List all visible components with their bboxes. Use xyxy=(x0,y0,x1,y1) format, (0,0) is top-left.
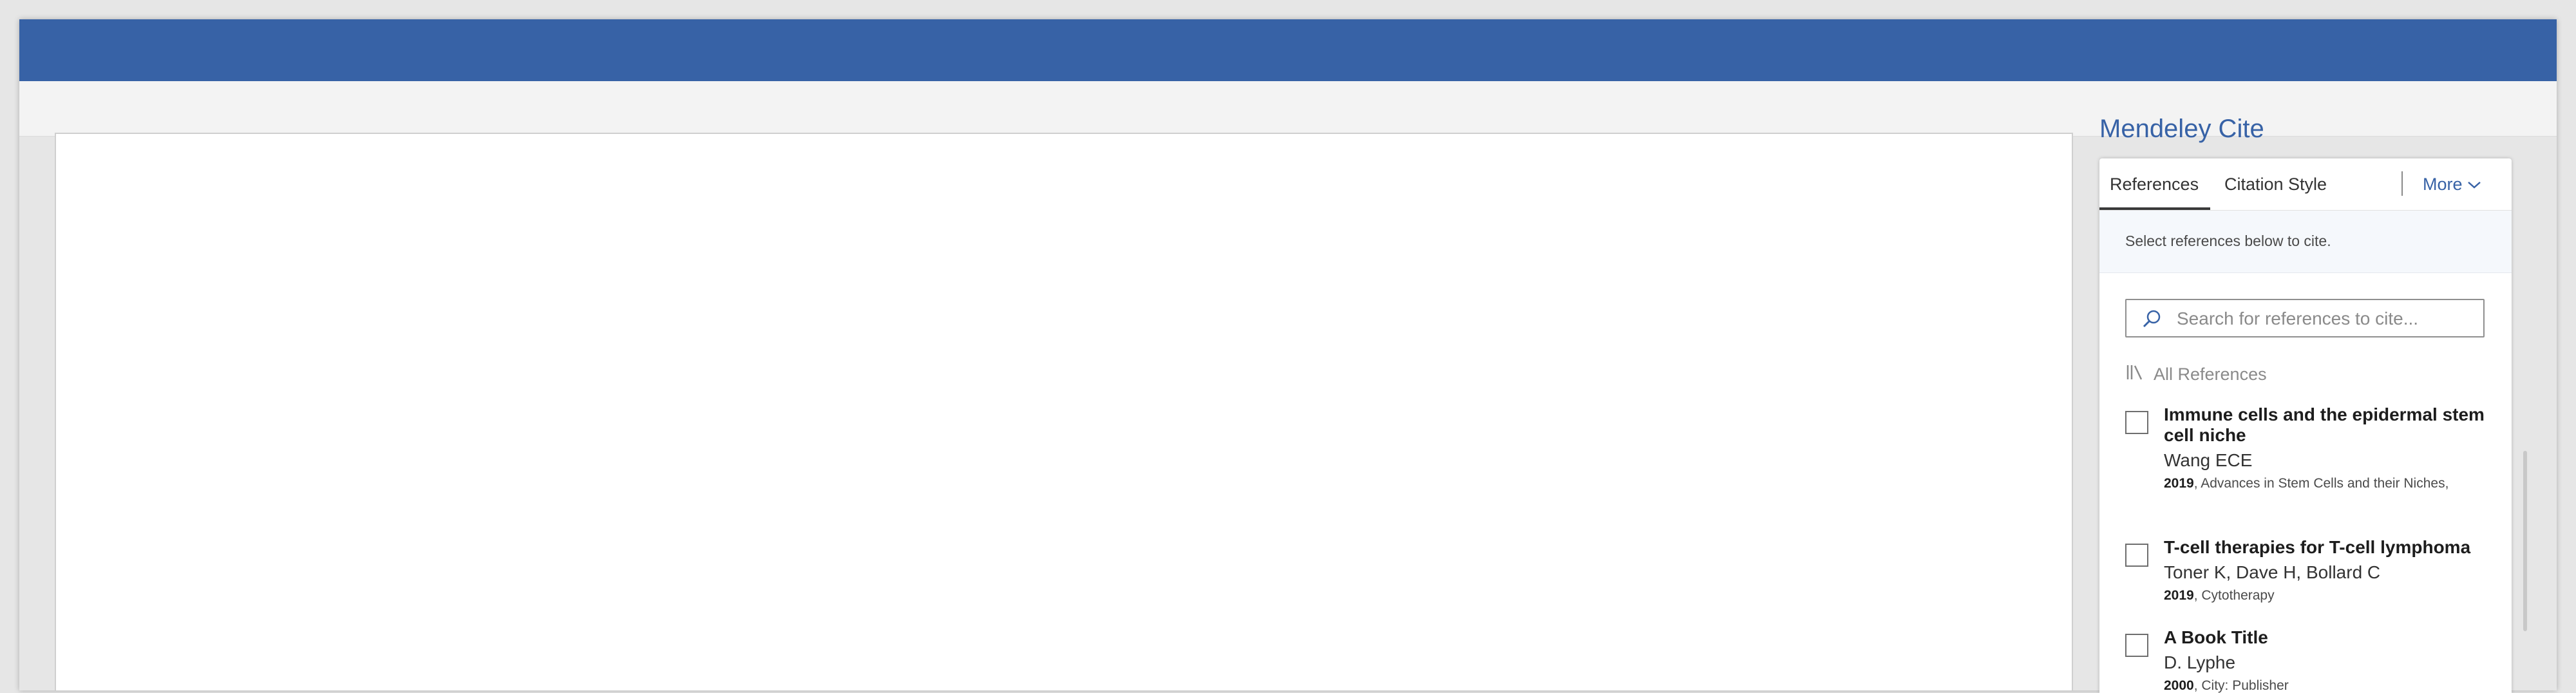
document-page[interactable] xyxy=(55,133,2073,690)
reference-meta: 2019, Cytotherapy xyxy=(2164,587,2486,604)
reference-body: Immune cells and the epidermal stem cell… xyxy=(2164,404,2486,492)
more-menu-button[interactable]: More xyxy=(2423,158,2482,210)
reference-source: , City: Publisher xyxy=(2193,678,2289,693)
active-tab-indicator xyxy=(2099,207,2211,210)
reference-meta: 2019, Advances in Stem Cells and their N… xyxy=(2164,475,2486,492)
reference-checkbox[interactable] xyxy=(2125,411,2148,434)
tab-citation-style[interactable]: Citation Style xyxy=(2224,158,2327,210)
pane-title: Mendeley Cite xyxy=(2099,115,2264,143)
search-box[interactable] xyxy=(2125,299,2485,337)
panel-scrollbar[interactable] xyxy=(2523,451,2527,631)
reference-meta: 2000, City: Publisher xyxy=(2164,678,2486,693)
reference-source: , Advances in Stem Cells and their Niche… xyxy=(2193,476,2449,491)
reference-title: Immune cells and the epidermal stem cell… xyxy=(2164,404,2485,445)
reference-authors: Wang ECE xyxy=(2164,450,2253,470)
more-label: More xyxy=(2423,175,2463,194)
reference-year: 2019 xyxy=(2164,476,2194,491)
mendeley-cite-panel: References Citation Style More Select re… xyxy=(2099,158,2512,693)
tab-bar: References Citation Style More xyxy=(2099,158,2512,211)
reference-authors: D. Lyphe xyxy=(2164,652,2236,672)
reference-authors: Toner K, Dave H, Bollard C xyxy=(2164,562,2381,582)
library-selector[interactable]: All References xyxy=(2125,363,2267,389)
reference-title: T-cell therapies for T-cell lymphoma xyxy=(2164,537,2471,557)
info-text: Select references below to cite. xyxy=(2125,233,2331,249)
reference-year: 2000 xyxy=(2164,678,2194,693)
reference-year: 2019 xyxy=(2164,588,2194,603)
tab-references-label: References xyxy=(2110,175,2199,194)
reference-source: , Cytotherapy xyxy=(2193,588,2275,603)
info-bar: Select references below to cite. xyxy=(2099,211,2512,273)
reference-body: A Book Title D. Lyphe 2000, City: Publis… xyxy=(2164,627,2486,693)
title-bar xyxy=(19,19,2557,81)
reference-checkbox[interactable] xyxy=(2125,634,2148,657)
reference-checkbox[interactable] xyxy=(2125,544,2148,567)
search-icon xyxy=(2142,309,2161,328)
library-icon xyxy=(2125,363,2145,386)
chevron-down-icon xyxy=(2467,160,2482,211)
tab-references[interactable]: References xyxy=(2099,158,2211,210)
reference-body: T-cell therapies for T-cell lymphoma Ton… xyxy=(2164,537,2486,604)
library-label: All References xyxy=(2154,365,2267,384)
tab-citation-style-label: Citation Style xyxy=(2224,175,2327,194)
tab-divider xyxy=(2401,171,2403,196)
reference-title: A Book Title xyxy=(2164,627,2268,647)
search-input[interactable] xyxy=(2175,301,2481,336)
